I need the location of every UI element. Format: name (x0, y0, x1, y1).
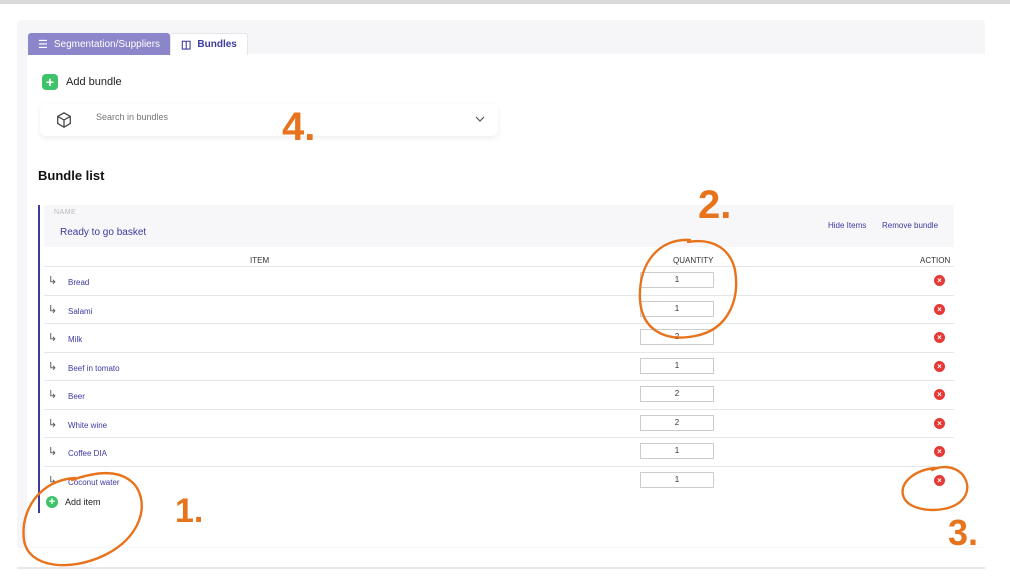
subitem-arrow-icon: ↳ (48, 275, 58, 287)
tab-label: Segmentation/Suppliers (53, 38, 161, 50)
bottom-divider (17, 567, 985, 569)
cube-icon (57, 112, 71, 128)
item-name[interactable]: Salami (68, 307, 92, 316)
subitem-arrow-icon: ↳ (48, 446, 58, 458)
delete-icon[interactable]: × (934, 417, 945, 429)
table-row: ↳ Coffee DIA 1 × (44, 437, 954, 466)
tab-bundles[interactable]: ◫ Bundles (170, 33, 248, 55)
remove-bundle-link[interactable]: Remove bundle (882, 221, 938, 230)
quantity-input[interactable]: 2 (640, 386, 714, 402)
subitem-arrow-icon: ↳ (48, 332, 58, 344)
column-header-item: ITEM (250, 256, 270, 265)
plus-icon: + (42, 74, 58, 90)
item-list: ↳ Bread 1 × ↳ Salami 1 × ↳ Milk 2 × ↳ Beef in toma… (44, 266, 954, 494)
item-name[interactable]: Coconut water (68, 478, 120, 487)
bundle-search[interactable] (40, 104, 498, 136)
item-name[interactable]: Bread (68, 278, 89, 287)
search-input[interactable] (96, 112, 456, 122)
table-row: ↳ Coconut water 1 × (44, 465, 954, 495)
subitem-arrow-icon: ↳ (48, 417, 58, 430)
add-bundle-label: Add bundle (66, 76, 122, 88)
quantity-input[interactable]: 1 (640, 443, 714, 459)
table-row: ↳ Salami 1 × (44, 294, 954, 324)
add-item-label: Add item (65, 497, 101, 507)
delete-icon[interactable]: × (934, 389, 945, 400)
item-name[interactable]: White wine (68, 421, 107, 430)
delete-icon[interactable]: × (934, 446, 945, 457)
add-bundle-button[interactable]: + Add bundle (42, 74, 122, 90)
bundle-header: NAME Ready to go basket Hide Items Remov… (44, 205, 954, 247)
bundle-card: NAME Ready to go basket Hide Items Remov… (38, 205, 956, 513)
tab-label: Bundles (197, 39, 237, 50)
tab-segmentation-suppliers[interactable]: ☰ Segmentation/Suppliers (28, 33, 170, 55)
quantity-input[interactable]: 1 (640, 357, 714, 374)
quantity-input[interactable]: 1 (640, 272, 714, 288)
delete-icon[interactable]: × (934, 332, 945, 343)
delete-icon[interactable]: × (934, 275, 945, 286)
subitem-arrow-icon: ↳ (48, 360, 58, 373)
cube-icon: ◫ (181, 39, 192, 51)
name-label: NAME (54, 209, 77, 216)
add-item-button[interactable]: + Add item (46, 496, 101, 508)
hide-items-link[interactable]: Hide Items (828, 221, 866, 230)
table-row: ↳ Beef in tomato 1 × (44, 351, 954, 381)
table-row: ↳ White wine 2 × (44, 408, 954, 438)
list-icon: ☰ (38, 38, 48, 51)
table-row: ↳ Milk 2 × (44, 323, 954, 352)
plus-icon: + (46, 496, 58, 508)
subitem-arrow-icon: ↳ (48, 474, 58, 487)
item-name[interactable]: Coffee DIA (68, 449, 107, 458)
quantity-input[interactable]: 1 (640, 471, 714, 488)
delete-icon[interactable]: × (934, 303, 945, 315)
delete-icon[interactable]: × (934, 360, 945, 372)
quantity-input[interactable]: 2 (640, 329, 714, 345)
section-title: Bundle list (38, 168, 105, 183)
table-row: ↳ Beer 2 × (44, 380, 954, 409)
quantity-input[interactable]: 1 (640, 300, 714, 317)
delete-icon[interactable]: × (934, 474, 945, 486)
item-name[interactable]: Beef in tomato (68, 364, 120, 373)
subitem-arrow-icon: ↳ (48, 389, 58, 401)
item-name[interactable]: Beer (68, 392, 85, 401)
table-row: ↳ Bread 1 × (44, 266, 954, 295)
quantity-input[interactable]: 2 (640, 414, 714, 431)
top-border (0, 0, 1010, 4)
column-header-action: ACTION (920, 256, 951, 265)
subitem-arrow-icon: ↳ (48, 303, 58, 316)
bundle-name: Ready to go basket (60, 227, 147, 238)
item-name[interactable]: Milk (68, 335, 82, 344)
chevron-down-icon[interactable] (474, 113, 486, 125)
column-header-quantity: QUANTITY (673, 256, 714, 265)
